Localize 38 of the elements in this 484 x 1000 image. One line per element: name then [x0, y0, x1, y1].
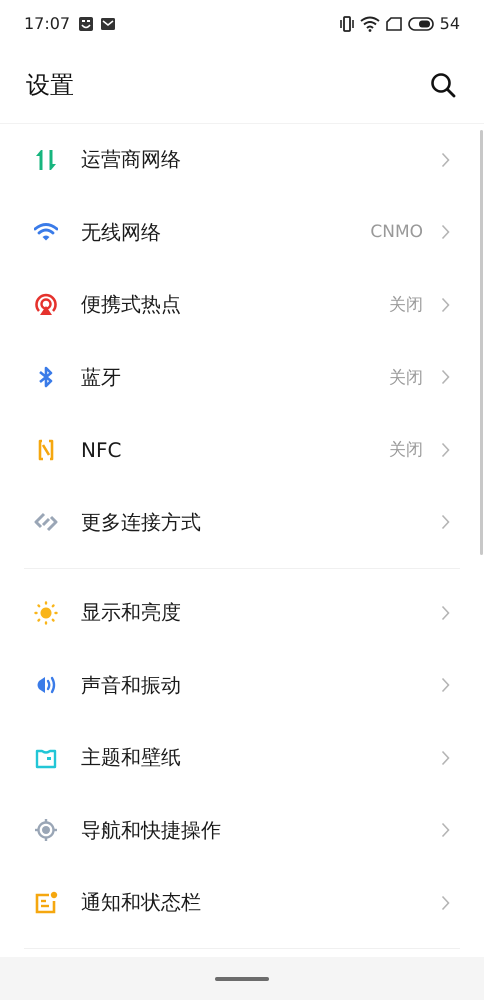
chevron-icon [441, 677, 450, 694]
settings-item[interactable]: 导航和快捷操作 [0, 794, 478, 866]
chevron-icon [441, 894, 450, 911]
chevron-icon [441, 442, 450, 458]
hotspot-icon [34, 292, 58, 317]
settings-item[interactable]: 通知和状态栏 [0, 866, 478, 939]
home-indicator[interactable] [215, 976, 269, 980]
battery-percentage: 54 [440, 14, 460, 34]
settings-item[interactable]: 主题和壁纸 [0, 722, 478, 794]
settings-item[interactable]: 无线网络 CNMO [0, 196, 478, 268]
settings-item[interactable]: NFC 关闭 [0, 414, 478, 486]
battery-icon [408, 16, 434, 31]
settings-item[interactable]: 显示和亮度 [0, 576, 478, 649]
search-icon[interactable] [430, 72, 456, 98]
chevron-icon [441, 514, 450, 530]
notification-icon [34, 890, 58, 915]
wifi-status-icon [360, 16, 380, 32]
chevron-icon [441, 604, 450, 621]
sun-icon [34, 600, 58, 625]
status-time: 17:07 [24, 14, 70, 34]
chevron-icon [441, 822, 450, 838]
mail-notification-icon [100, 16, 116, 31]
page-title: 设置 [26, 70, 75, 101]
chevron-icon [441, 152, 450, 168]
target-icon [34, 818, 58, 842]
settings-item[interactable]: 便携式热点 关闭 [0, 268, 478, 341]
chevron-icon [441, 750, 450, 766]
chevron-icon [441, 224, 450, 240]
chevron-icon [441, 369, 450, 386]
chevron-icon [441, 296, 450, 313]
settings-item[interactable]: 运营商网络 [0, 124, 478, 196]
settings-item[interactable]: 更多连接方式 [0, 486, 478, 558]
app-notification-icon [78, 16, 94, 32]
arrows-icon [34, 148, 58, 172]
settings-item[interactable]: 蓝牙 关闭 [0, 341, 478, 414]
sim-card-icon [386, 16, 402, 31]
settings-item[interactable]: 声音和振动 [0, 649, 478, 722]
vibrate-icon [340, 16, 354, 32]
